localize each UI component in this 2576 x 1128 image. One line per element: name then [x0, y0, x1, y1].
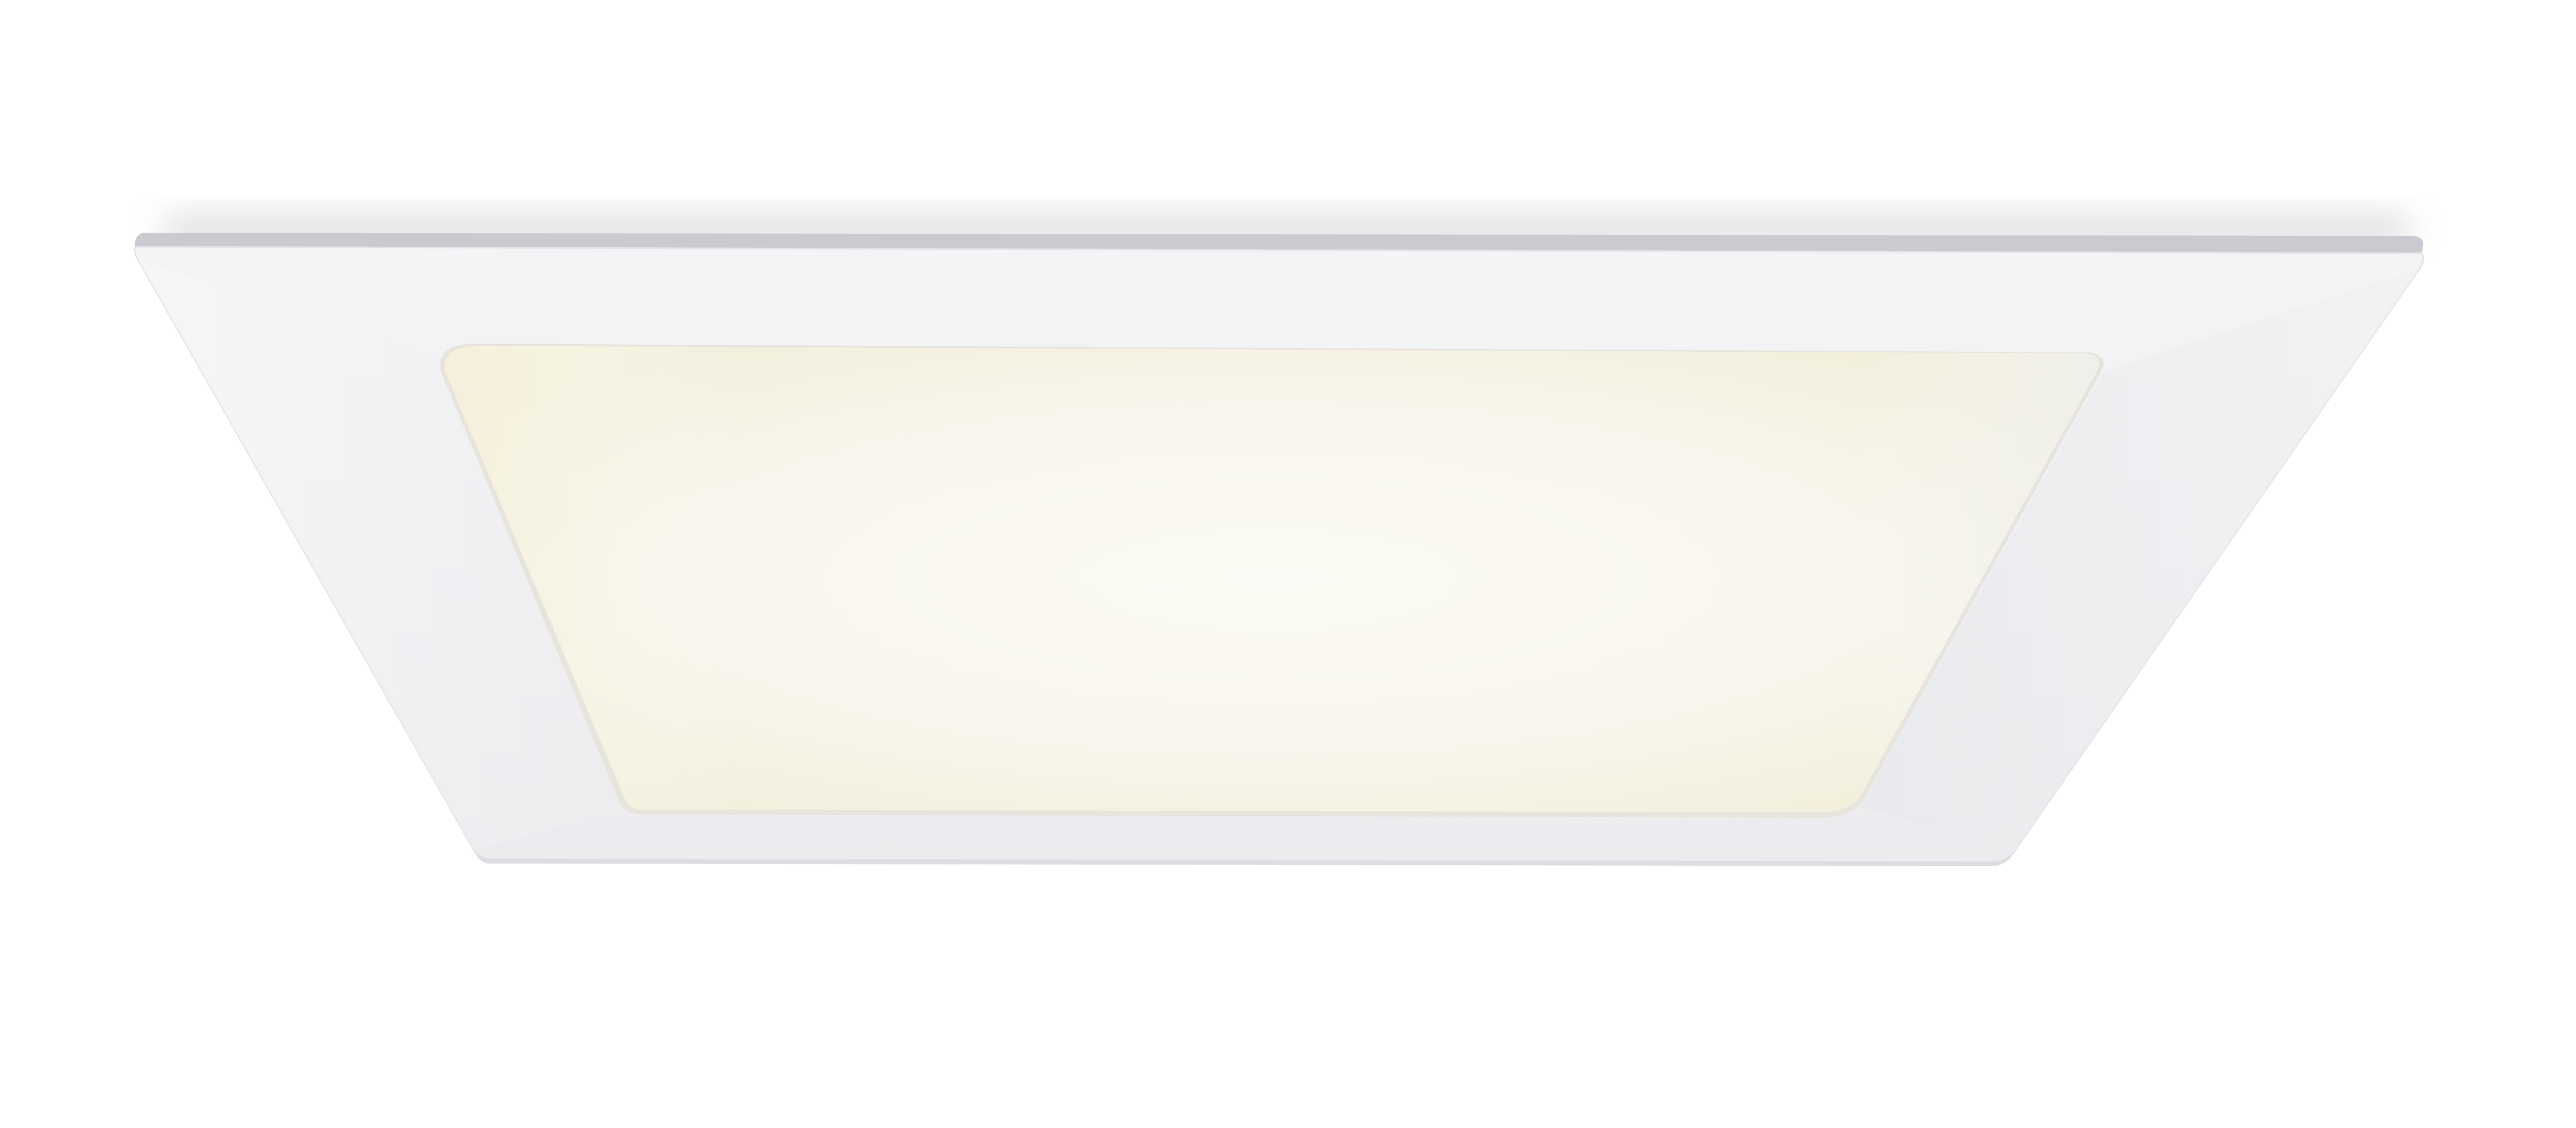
light-diffuser-glow: [444, 346, 2099, 812]
product-photo: [134, 213, 2424, 866]
